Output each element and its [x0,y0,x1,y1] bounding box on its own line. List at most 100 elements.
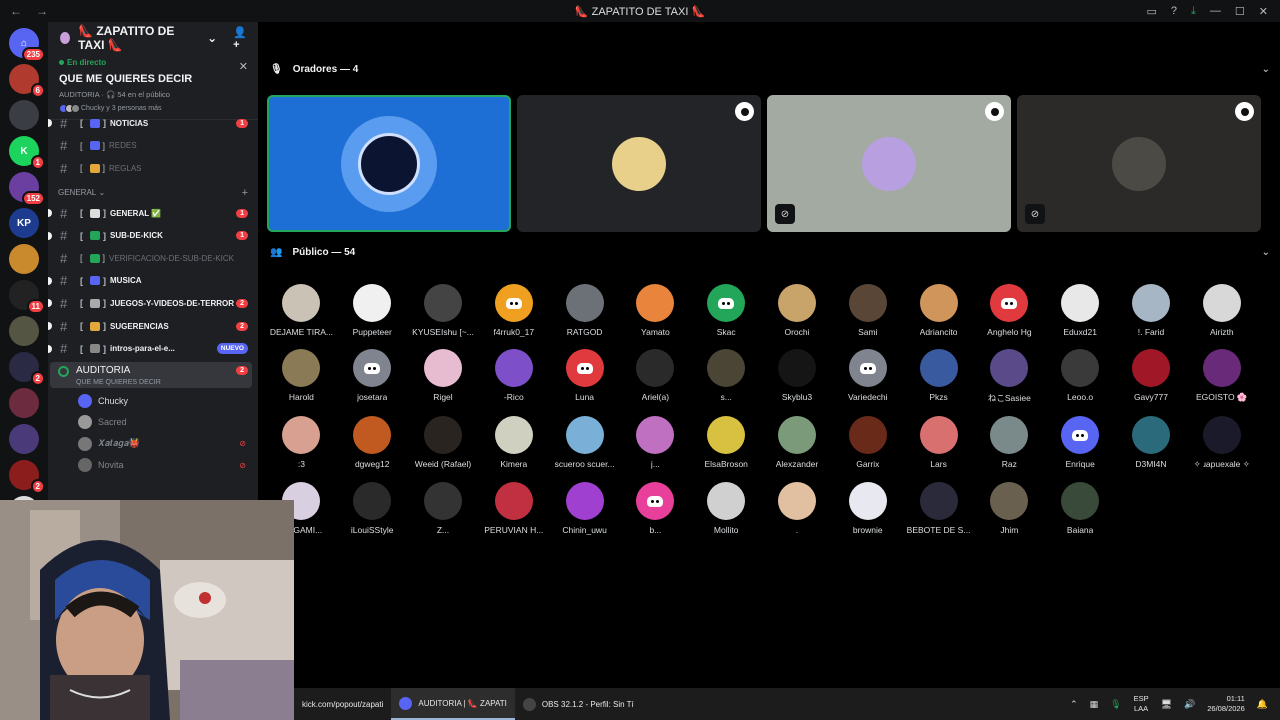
audience-member[interactable]: Alexzander [762,416,833,470]
audience-member[interactable]: scueroo scuer... [549,416,620,470]
speaker-tile[interactable]: ⊘ [1017,95,1261,232]
forward-arrow-icon[interactable]: → [36,4,48,18]
server-icon[interactable]: 6 [9,64,45,98]
audience-member[interactable]: Rigel [408,349,479,404]
audience-header[interactable]: 👥 Público — 54 ⌄ [270,247,1270,258]
server-header[interactable]: 👠 ZAPATITO DE TAXI 👠 ⌄ 👤+ [48,22,258,54]
audience-member[interactable]: Skac [691,284,762,337]
server-icon[interactable]: 152 [9,172,45,206]
category-general[interactable]: GENERAL ⌄ + [48,184,258,202]
chevron-down-icon[interactable]: ⌄ [1262,64,1270,75]
audience-member[interactable]: Garrix [832,416,903,470]
audience-member[interactable]: Skyblu3 [762,349,833,404]
audience-member[interactable]: josetara [337,349,408,404]
channel-item[interactable]: # [] REGLAS [48,157,258,180]
audience-member[interactable]: . [762,482,833,535]
server-icon[interactable] [9,316,39,346]
server-icon[interactable]: 11 [9,280,45,314]
audience-member[interactable]: Gavy777 [1116,349,1187,404]
tray-app-icon[interactable]: ▦ [1090,699,1099,710]
audience-member[interactable]: Baiana [1045,482,1116,535]
audience-member[interactable]: ねこSasiee [974,349,1045,404]
audience-member[interactable]: s... [691,349,762,404]
audience-member[interactable]: Ariel(a) [620,349,691,404]
server-icon[interactable] [9,100,39,130]
back-arrow-icon[interactable]: ← [10,4,22,18]
voice-user[interactable]: Novita ⊘ [48,454,258,476]
audience-member[interactable]: Adriancito [903,284,974,337]
audience-member[interactable]: j... [620,416,691,470]
audience-member[interactable]: Jhim [974,482,1045,535]
audience-member[interactable]: Lars [903,416,974,470]
chevron-down-icon[interactable]: ⌄ [1262,247,1270,258]
chevron-up-icon[interactable]: ⌃ [1070,699,1078,710]
server-icon[interactable]: K1 [9,136,45,170]
channel-item[interactable]: # [] REDES [48,135,258,158]
audience-member[interactable]: f4rruk0_17 [478,284,549,337]
audience-member[interactable]: Orochi [762,284,833,337]
audience-member[interactable]: Luna [549,349,620,404]
audience-member[interactable]: KYUSEIshu [~... [408,284,479,337]
audience-member[interactable]: Pkzs [903,349,974,404]
channel-item[interactable]: # [] SUB-DE-KICK 1 [48,224,258,247]
audience-member[interactable]: Raz [974,416,1045,470]
voice-user[interactable]: Chucky [48,390,258,412]
audience-member[interactable]: ✧ ɹapuexale ✧ [1186,416,1257,470]
server-icon[interactable]: 2 [9,352,45,386]
speaker-tile[interactable] [517,95,761,232]
audience-member[interactable]: Leoo.o [1045,349,1116,404]
audience-member[interactable]: iLouiSStyle [337,482,408,535]
channel-item[interactable]: # [] NOTICIAS 1 [48,112,258,135]
speaker-tile[interactable] [267,95,511,232]
server-icon[interactable] [9,424,39,454]
minimize-icon[interactable]: — [1210,5,1221,17]
audience-member[interactable]: BEBOTE DE S... [903,482,974,535]
help-icon[interactable]: ? [1171,5,1177,17]
server-icon[interactable] [9,388,39,418]
speakers-header[interactable]: 🎙 Oradores — 4 ⌄ [270,64,1270,75]
audience-member[interactable]: Kimera [478,416,549,470]
audience-member[interactable]: ElsaBroson [691,416,762,470]
microphone-icon[interactable]: 🎙 [1110,699,1121,710]
network-icon[interactable]: 🖥 [1161,699,1172,710]
audience-member[interactable]: Airizth [1186,284,1257,337]
audience-member[interactable]: Variedechi [832,349,903,404]
server-icon[interactable]: 2 [9,460,45,494]
voice-user[interactable]: 𝑿𝒂𝒕𝒂𝒈𝒂👹 ⊘ [48,433,258,455]
server-icon[interactable] [9,244,39,274]
audience-member[interactable]: Puppeteer [337,284,408,337]
close-icon[interactable]: ✕ [239,60,248,73]
audience-member[interactable]: Weeid (Rafael) [408,416,479,470]
live-stage-card[interactable]: En directo QUE ME QUIERES DECIR AUDITORI… [48,54,258,120]
taskbar-item[interactable]: AUDITORIA | 👠 ZAPATI [391,688,515,720]
add-member-icon[interactable]: 👤+ [233,26,250,51]
audience-member[interactable]: dgweg12 [337,416,408,470]
channel-item[interactable]: # [] intros-para-el-e... NUEVO [48,337,258,360]
audience-member[interactable]: Anghelo Hg [974,284,1045,337]
add-channel-icon[interactable]: + [242,187,248,199]
voice-user[interactable]: Sacred [48,411,258,433]
audience-member[interactable]: Enrique [1045,416,1116,470]
taskbar-item[interactable]: kick.com/popout/zapati [294,688,391,720]
channel-item[interactable]: # [] VERIFICACION-DE-SUB-DE-KICK [48,247,258,270]
channel-item[interactable]: # [] MUSICA [48,270,258,293]
audience-member[interactable]: brownie [832,482,903,535]
close-icon[interactable]: ✕ [1259,5,1268,18]
audience-member[interactable]: -Rico [478,349,549,404]
taskbar-item[interactable]: OBS 32.1.2 - Perfil: Sin Tí [515,688,642,720]
language-indicator[interactable]: ESP LAA [1134,694,1149,714]
volume-icon[interactable]: 🔊 [1184,699,1195,710]
audience-member[interactable]: Z... [408,482,479,535]
audience-member[interactable]: DEJAME TIRA... [266,284,337,337]
audience-member[interactable]: :3 [266,416,337,470]
voice-channel-auditoria[interactable]: AUDITORIA QUE ME QUIERES DECIR 2 [50,361,252,388]
server-icon[interactable]: ⌂ 235 [9,28,45,62]
audience-member[interactable]: b... [620,482,691,535]
audience-member[interactable]: Harold [266,349,337,404]
inbox-icon[interactable]: ▭ [1147,5,1157,18]
speaker-tile[interactable]: ⊘ [767,95,1011,232]
audience-member[interactable]: Chinin_uwu [549,482,620,535]
audience-member[interactable]: RATGOD [549,284,620,337]
audience-member[interactable]: Eduxd21 [1045,284,1116,337]
channel-item[interactable]: # [] JUEGOS-Y-VIDEOS-DE-TERROR 2 [48,292,258,315]
